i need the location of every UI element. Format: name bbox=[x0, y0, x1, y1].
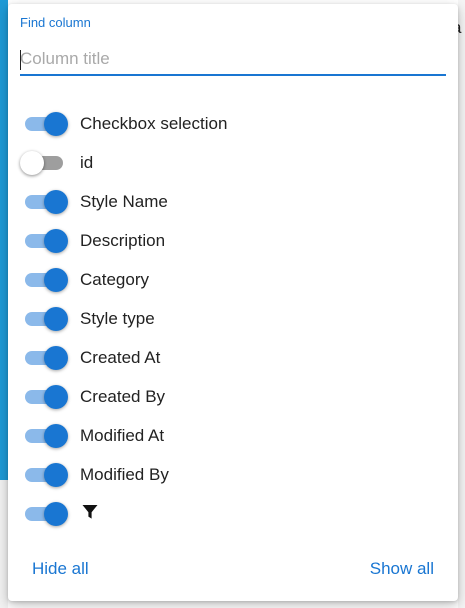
column-label: Category bbox=[80, 270, 149, 289]
column-list: Checkbox selection id Style Name Descrip… bbox=[8, 103, 458, 532]
column-toggle-style-type[interactable] bbox=[20, 307, 68, 331]
column-item: Style type bbox=[8, 298, 458, 337]
text-caret bbox=[20, 50, 21, 70]
column-label: Description bbox=[80, 231, 166, 250]
column-toggle-category[interactable] bbox=[20, 268, 68, 292]
column-item: Style Name bbox=[8, 181, 458, 220]
background-page bbox=[458, 0, 465, 608]
column-toggle-modified-at[interactable] bbox=[20, 424, 68, 448]
column-toggle-description[interactable] bbox=[20, 229, 68, 253]
column-toggle-id[interactable] bbox=[20, 151, 68, 175]
column-label: Modified At bbox=[80, 426, 165, 445]
column-label: Modified By bbox=[80, 465, 169, 484]
show-all-button[interactable]: Show all bbox=[358, 551, 446, 587]
hide-all-button[interactable]: Hide all bbox=[20, 551, 101, 587]
background-accent-bar bbox=[0, 0, 8, 480]
column-toggle-filter[interactable] bbox=[20, 502, 68, 526]
column-label: Created At bbox=[80, 348, 161, 367]
column-label: id bbox=[80, 153, 94, 172]
column-toggle-created-at[interactable] bbox=[20, 346, 68, 370]
column-label: Style type bbox=[80, 309, 155, 328]
column-item: Checkbox selection bbox=[8, 103, 458, 142]
column-item: Category bbox=[8, 259, 458, 298]
column-label: Style Name bbox=[80, 192, 168, 211]
column-item: id bbox=[8, 142, 458, 181]
column-toggle-created-by[interactable] bbox=[20, 385, 68, 409]
column-item: Modified By bbox=[8, 454, 458, 493]
panel-footer: Hide all Show all bbox=[8, 543, 458, 601]
columns-panel: Find column Checkbox selection id Style … bbox=[8, 4, 458, 601]
column-toggle-modified-by[interactable] bbox=[20, 463, 68, 487]
column-toggle-checkbox-selection[interactable] bbox=[20, 112, 68, 136]
column-label: Created By bbox=[80, 387, 166, 406]
column-item: Description bbox=[8, 220, 458, 259]
column-item: Created At bbox=[8, 337, 458, 376]
background-area bbox=[0, 480, 8, 608]
column-item: Modified At bbox=[8, 415, 458, 454]
column-item bbox=[8, 493, 458, 532]
column-search-input[interactable] bbox=[20, 44, 446, 76]
column-label: Checkbox selection bbox=[80, 114, 228, 133]
column-toggle-style-name[interactable] bbox=[20, 190, 68, 214]
find-column-label: Find column bbox=[20, 15, 91, 30]
column-item: Created By bbox=[8, 376, 458, 415]
filter-icon bbox=[82, 505, 98, 519]
